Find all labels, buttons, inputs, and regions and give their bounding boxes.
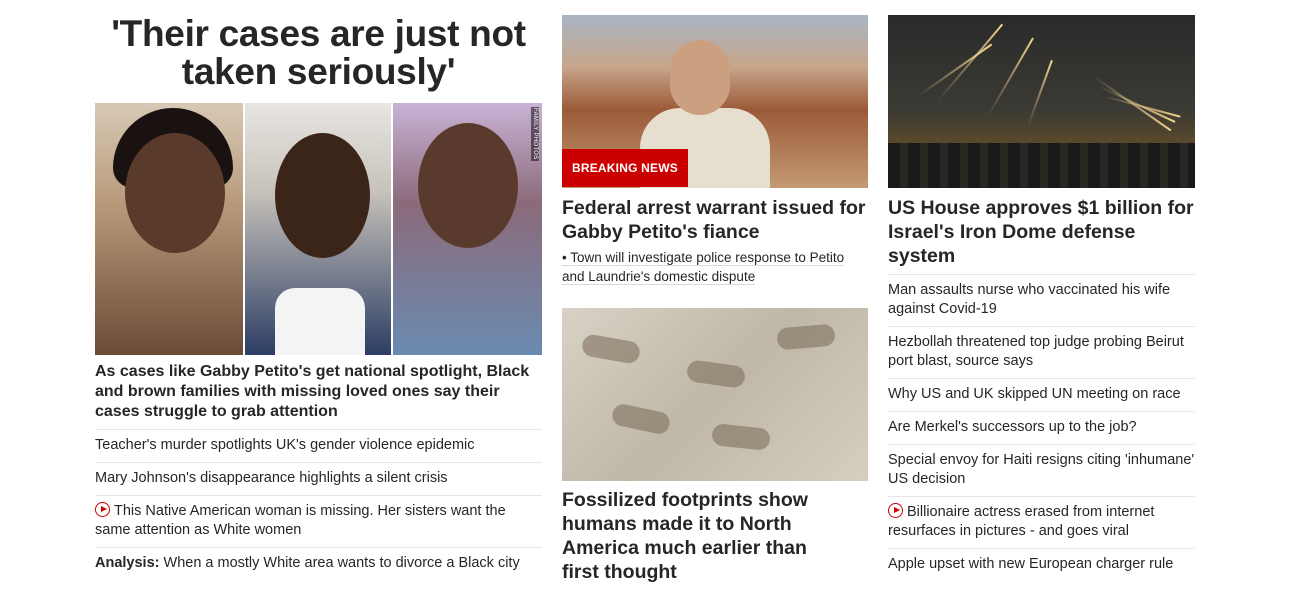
portrait-man-young: FAMILY PHOTOS <box>391 103 542 355</box>
headline-footprints[interactable]: Fossilized footprints show humans made i… <box>562 488 842 584</box>
petito-fiance-image[interactable]: BREAKING NEWS <box>562 15 868 188</box>
list-item[interactable]: Apple upset with new European charger ru… <box>888 548 1195 581</box>
list-item[interactable]: Teacher's murder spotlights UK's gender … <box>95 429 542 462</box>
lead-story-summary[interactable]: As cases like Gabby Petito's get nationa… <box>95 362 542 422</box>
video-play-icon <box>888 503 903 518</box>
lead-story-image[interactable]: FAMILY PHOTOS <box>95 103 542 355</box>
portrait-man-suit <box>243 103 391 355</box>
related-links-list: Teacher's murder spotlights UK's gender … <box>95 429 542 580</box>
list-item[interactable]: This Native American woman is missing. H… <box>95 495 542 547</box>
list-item[interactable]: Analysis: When a mostly White area wants… <box>95 547 542 580</box>
photo-credit: FAMILY PHOTOS <box>531 107 539 161</box>
lead-headline[interactable]: 'Their cases are just not taken seriousl… <box>95 0 542 91</box>
lead-story-column: 'Their cases are just not taken seriousl… <box>95 0 542 571</box>
headline-arrest-warrant[interactable]: Federal arrest warrant issued for Gabby … <box>562 196 868 244</box>
list-item[interactable]: Why US and UK skipped UN meeting on race <box>888 378 1195 411</box>
footprints-image[interactable] <box>562 308 868 481</box>
portrait-woman <box>95 103 243 355</box>
analysis-label: Analysis: <box>95 555 160 571</box>
related-link-bullet[interactable]: • Town will investigate police response … <box>562 248 868 286</box>
video-play-icon <box>95 502 110 517</box>
list-item[interactable]: Mary Johnson's disappearance highlights … <box>95 462 542 495</box>
breaking-news-badge: BREAKING NEWS <box>562 149 688 187</box>
headline-iron-dome[interactable]: US House approves $1 billion for Israel'… <box>888 196 1195 268</box>
list-item[interactable]: Hezbollah threatened top judge probing B… <box>888 326 1195 378</box>
list-item[interactable]: Billionaire actress erased from internet… <box>888 496 1195 548</box>
list-item[interactable]: Are Merkel's successors up to the job? <box>888 411 1195 444</box>
list-item[interactable]: Special envoy for Haiti resigns citing '… <box>888 444 1195 496</box>
list-item[interactable]: Man assaults nurse who vaccinated his wi… <box>888 274 1195 326</box>
iron-dome-image[interactable] <box>888 15 1195 188</box>
more-headlines-list: Man assaults nurse who vaccinated his wi… <box>888 274 1195 581</box>
